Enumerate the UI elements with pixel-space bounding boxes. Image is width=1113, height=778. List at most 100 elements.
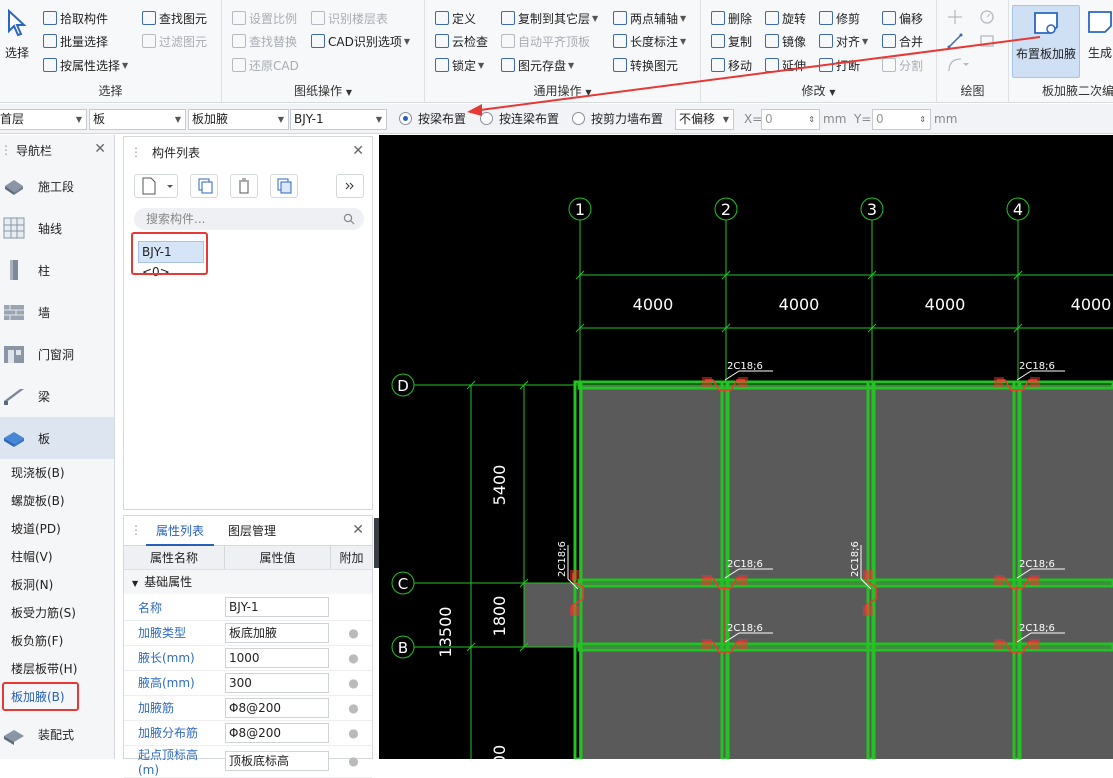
close-icon[interactable]: ✕ — [94, 141, 106, 157]
chevron-down-icon: ▼ — [277, 115, 284, 124]
component-search-input[interactable]: 搜索构件... — [134, 208, 364, 230]
extend-button[interactable]: 延伸 — [765, 55, 806, 75]
offset-select[interactable]: 不偏移 ▼ — [675, 109, 734, 130]
property-value-input[interactable]: 顶板底标高 — [225, 751, 329, 771]
navigation-panel: ⋮ 导航栏 ✕ 施工段 轴线 柱 墙 门窗洞 梁 板 现浇板(B) 螺旋板(B) 坡… — [0, 135, 115, 759]
close-icon[interactable]: ✕ — [352, 143, 364, 159]
rotate-button[interactable]: 旋转 — [765, 8, 806, 28]
slab-subitem[interactable]: 柱帽(V) — [0, 543, 114, 571]
delete-component-button[interactable] — [230, 174, 258, 198]
generate-haunch-button[interactable]: 生成 — [1085, 8, 1113, 61]
close-icon[interactable]: ✕ — [352, 522, 364, 538]
layer-copy-button[interactable] — [270, 174, 298, 198]
pick-element-button[interactable]: 拾取构件 — [43, 8, 108, 28]
nav-item-door-window[interactable]: 门窗洞 — [0, 333, 114, 375]
align-button[interactable]: 对齐 ▼ — [819, 31, 868, 51]
two-point-axis-button[interactable]: 两点辅轴 ▼ — [613, 8, 686, 28]
cad-drawing-canvas[interactable]: 2C18;6 2C18;6 2C18;6 2C18;6 2C18;6 2C18;6 2C18… — [379, 135, 1113, 759]
slab-subitem[interactable]: 楼层板带(H) — [0, 655, 114, 683]
convert-elements-button[interactable]: 转换图元 — [613, 55, 678, 75]
tab-layer-manager[interactable]: 图层管理 — [224, 516, 280, 546]
property-value-input[interactable]: 1000 — [225, 647, 329, 668]
nav-item-slab[interactable]: 板 — [0, 417, 114, 459]
type-select[interactable]: 板加腋 ▼ — [188, 109, 289, 130]
expand-more-button[interactable] — [336, 174, 364, 198]
nav-item-wall[interactable]: 墙 — [0, 291, 114, 333]
trim-button[interactable]: 修剪 — [819, 8, 860, 28]
copy-component-button[interactable] — [190, 174, 218, 198]
slab-subitem[interactable]: 现浇板(B) — [0, 459, 114, 487]
nav-item-axis[interactable]: 轴线 — [0, 207, 114, 249]
save-elements-button[interactable]: 图元存盘 ▼ — [501, 55, 574, 75]
point-icon[interactable] — [947, 9, 963, 25]
find-replace-button[interactable]: 查找替换 — [232, 31, 297, 51]
property-extra-checkbox[interactable]: ● — [329, 695, 372, 721]
define-button[interactable]: 定义 — [435, 8, 476, 28]
auto-align-slab-button[interactable]: 自动平齐顶板 — [501, 31, 590, 51]
property-extra-checkbox[interactable]: ● — [329, 645, 372, 671]
property-value-input[interactable]: 300 — [225, 672, 329, 693]
lock-button[interactable]: 锁定 ▼ — [435, 55, 484, 75]
tab-properties[interactable]: 属性列表 — [146, 516, 215, 546]
group-label-drawing-ops[interactable]: 图纸操作 ▼ — [222, 82, 424, 99]
property-value-input[interactable]: 板底加腋 — [225, 622, 329, 643]
arc-icon[interactable] — [947, 57, 969, 73]
cloud-check-button[interactable]: 云检查 — [435, 31, 488, 51]
length-dimension-button[interactable]: 长度标注 ▼ — [613, 31, 686, 51]
move-button[interactable]: 移动 — [711, 55, 752, 75]
split-button[interactable]: 分割 — [882, 55, 923, 75]
filter-element-button[interactable]: 过滤图元 — [142, 31, 207, 51]
slab-subitem[interactable]: 板负筋(F) — [0, 627, 114, 655]
find-element-button[interactable]: 查找图元 — [142, 8, 207, 28]
new-component-button[interactable] — [134, 174, 178, 198]
select-by-attribute-button[interactable]: 按属性选择 ▼ — [43, 55, 128, 75]
restore-cad-button[interactable]: 还原CAD — [232, 55, 299, 75]
break-icon — [819, 58, 833, 72]
radio-by-shear-wall[interactable]: 按剪力墙布置 — [572, 110, 663, 127]
radio-by-beam[interactable]: 按梁布置 — [399, 110, 466, 127]
rectangle-icon[interactable] — [979, 33, 995, 49]
section-basic-properties[interactable]: ▼ 基础属性 — [124, 570, 372, 594]
slab-subitem[interactable]: 板洞(N) — [0, 571, 114, 599]
property-extra-checkbox[interactable]: ● — [329, 720, 372, 746]
slab-subitem[interactable]: 坡道(PD) — [0, 515, 114, 543]
nav-item-column[interactable]: 柱 — [0, 249, 114, 291]
y-input[interactable]: 0 ⇕ — [872, 109, 931, 130]
place-slab-haunch-button[interactable]: 布置板加腋 — [1012, 5, 1080, 78]
slab-region[interactable] — [579, 385, 1113, 759]
line-icon[interactable] — [947, 33, 963, 49]
break-button[interactable]: 打断 — [819, 55, 860, 75]
group-label-general-ops[interactable]: 通用操作 ▼ — [425, 82, 700, 99]
offset-button[interactable]: 偏移 — [882, 8, 923, 28]
cad-options-button[interactable]: CAD识别选项 ▼ — [311, 31, 410, 51]
slab-subitem[interactable]: 板受力筋(S) — [0, 599, 114, 627]
cad-drawing[interactable]: 2C18;6 2C18;62C18;6 2C18;62C18;6 2C18;62C18… — [379, 135, 1113, 759]
floor-select[interactable]: 首层 ▼ — [0, 109, 87, 130]
recognize-floor-table-button[interactable]: 识别楼层表 — [311, 8, 388, 28]
nav-item-construction-section[interactable]: 施工段 — [0, 165, 114, 207]
element-select[interactable]: BJY-1 ▼ — [290, 109, 387, 130]
chevron-down-icon: ▼ — [174, 115, 181, 124]
property-extra-checkbox[interactable]: ● — [329, 620, 372, 646]
x-input[interactable]: 0 ⇕ — [761, 109, 820, 130]
merge-button[interactable]: 合并 — [882, 31, 923, 51]
delete-button[interactable]: 删除 — [711, 8, 752, 28]
mirror-button[interactable]: 镜像 — [765, 31, 806, 51]
nav-item-beam[interactable]: 梁 — [0, 375, 114, 417]
select-button[interactable]: 选择 — [4, 8, 30, 61]
nav-item-prefab[interactable]: 装配式 — [0, 713, 114, 755]
property-value-input[interactable]: Φ8@200 — [225, 697, 329, 718]
property-value-input[interactable]: BJY-1 — [225, 597, 329, 618]
rotate-point-icon[interactable] — [979, 9, 995, 25]
group-label-modify[interactable]: 修改 ▼ — [701, 82, 936, 99]
radio-by-coupling-beam[interactable]: 按连梁布置 — [480, 110, 559, 127]
batch-select-button[interactable]: 批量选择 — [43, 31, 108, 51]
category-select[interactable]: 板 ▼ — [89, 109, 186, 130]
copy-to-floor-button[interactable]: 复制到其它层 ▼ — [501, 8, 598, 28]
property-extra-checkbox[interactable]: ● — [329, 745, 372, 778]
slab-subitem[interactable]: 螺旋板(B) — [0, 487, 114, 515]
property-value-input[interactable]: Φ8@200 — [225, 722, 329, 743]
copy-button[interactable]: 复制 — [711, 31, 752, 51]
set-scale-button[interactable]: 设置比例 — [232, 8, 297, 28]
property-extra-checkbox[interactable]: ● — [329, 670, 372, 696]
